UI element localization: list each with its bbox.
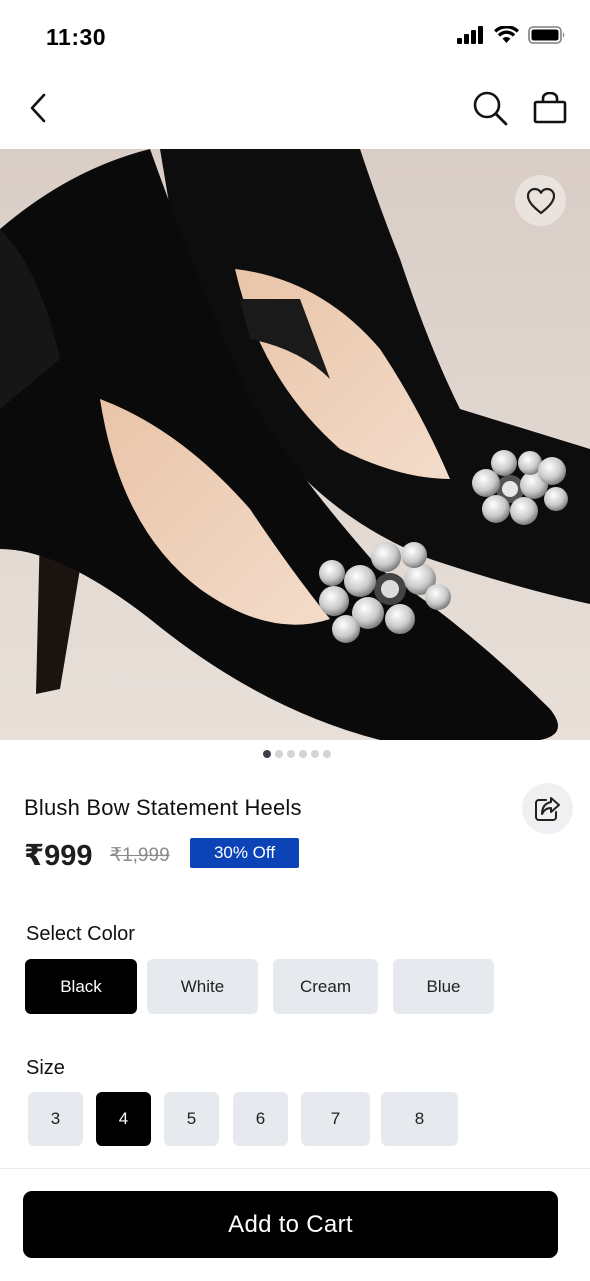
back-button[interactable] [18, 88, 58, 128]
share-icon [534, 796, 560, 821]
color-option-cream[interactable]: Cream [273, 959, 378, 1014]
top-nav-bar [0, 78, 590, 140]
carousel-dot[interactable] [287, 750, 295, 758]
original-price: ₹1,999 [110, 845, 170, 866]
search-button[interactable] [468, 86, 512, 130]
size-option-7[interactable]: 7 [301, 1092, 370, 1146]
carousel-dot[interactable] [311, 750, 319, 758]
size-option-4[interactable]: 4 [96, 1092, 151, 1146]
shopping-bag-icon [533, 92, 567, 124]
product-title: Blush Bow Statement Heels [24, 795, 302, 820]
heart-outline-icon [526, 187, 555, 214]
shopping-bag-button[interactable] [528, 86, 572, 130]
color-option-black[interactable]: Black [25, 959, 137, 1014]
size-label: Size [26, 1057, 65, 1079]
discount-badge: 30% Off [190, 838, 299, 868]
search-icon [473, 91, 508, 126]
size-option-6[interactable]: 6 [233, 1092, 288, 1146]
carousel-dot[interactable] [299, 750, 307, 758]
carousel-dot[interactable] [323, 750, 331, 758]
image-carousel-indicator [0, 750, 590, 758]
favorite-button[interactable] [515, 175, 566, 226]
product-image[interactable] [0, 149, 590, 740]
bottom-divider [0, 1168, 590, 1169]
add-to-cart-button[interactable]: Add to Cart [23, 1191, 558, 1258]
size-option-5[interactable]: 5 [164, 1092, 219, 1146]
share-button[interactable] [522, 783, 573, 834]
select-color-label: Select Color [26, 923, 135, 945]
carousel-dot[interactable] [263, 750, 271, 758]
status-bar: 11:30 [0, 0, 590, 70]
size-option-8[interactable]: 8 [381, 1092, 458, 1146]
battery-icon [528, 26, 566, 49]
current-price: ₹999 [24, 840, 93, 872]
cellular-signal-icon [457, 26, 485, 49]
status-time: 11:30 [46, 24, 107, 50]
color-option-blue[interactable]: Blue [393, 959, 494, 1014]
color-option-white[interactable]: White [147, 959, 258, 1014]
size-option-3[interactable]: 3 [28, 1092, 83, 1146]
wifi-icon [494, 25, 519, 49]
chevron-left-icon [30, 93, 46, 123]
carousel-dot[interactable] [275, 750, 283, 758]
status-icons [457, 25, 566, 49]
